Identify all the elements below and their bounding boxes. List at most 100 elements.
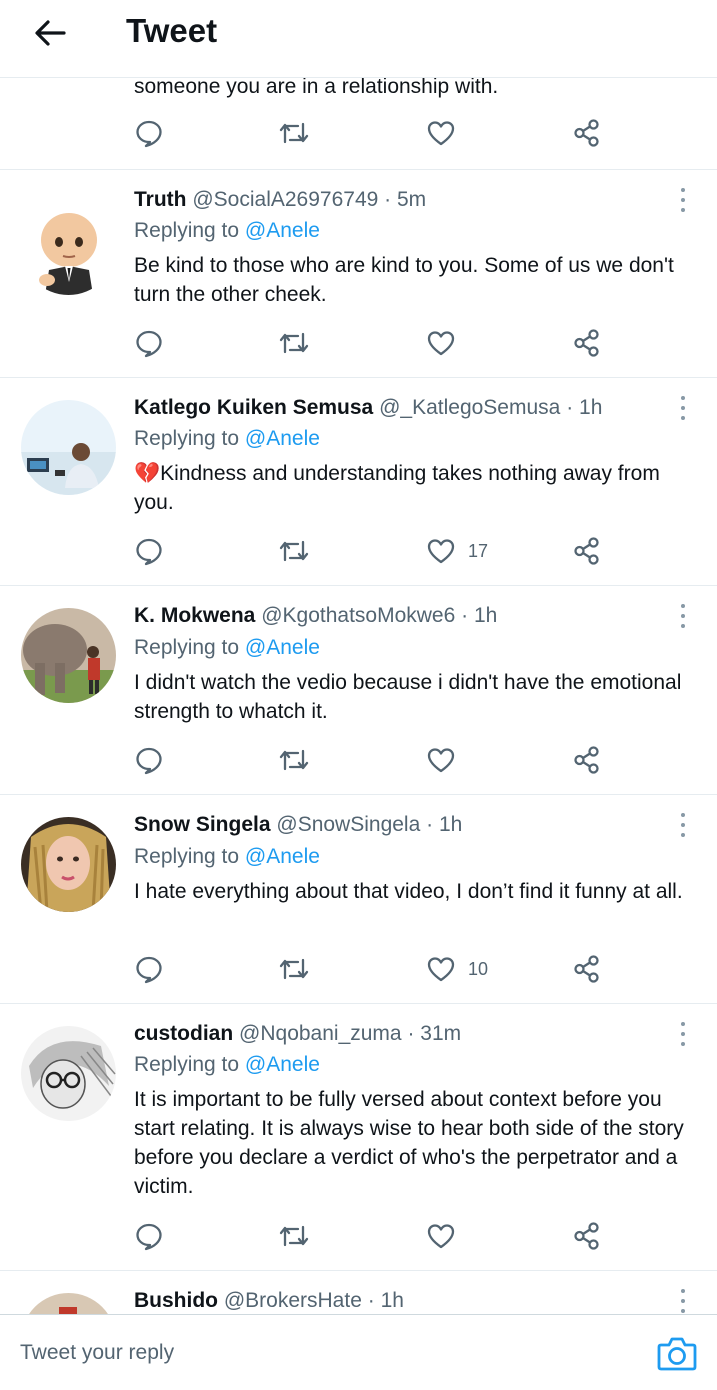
dot-icon: [681, 1042, 685, 1046]
mention-link[interactable]: @Anele: [245, 845, 320, 868]
more-options-button[interactable]: [673, 810, 693, 840]
reply-button[interactable]: [134, 326, 164, 360]
retweet-button[interactable]: [278, 743, 310, 777]
reply-button[interactable]: [134, 534, 164, 568]
retweet-button[interactable]: [278, 326, 310, 360]
mention-link[interactable]: @Anele: [245, 219, 320, 242]
reply-button[interactable]: [134, 116, 164, 150]
author-handle[interactable]: @SnowSingela: [276, 813, 420, 836]
tweet-item[interactable]: K. Mokwena @KgothatsoMokwe6 · 1h Replyin…: [0, 586, 717, 795]
like-button[interactable]: 17: [426, 534, 488, 568]
like-count: 17: [468, 540, 489, 561]
tweet-text: I hate everything about that video, I do…: [134, 880, 683, 903]
timestamp[interactable]: 1h: [579, 396, 602, 419]
camera-button[interactable]: [656, 1333, 698, 1373]
broken-heart-emoji: 💔: [134, 462, 161, 485]
heart-icon: [427, 121, 455, 146]
share-button[interactable]: [572, 1219, 602, 1253]
separator: ·: [461, 604, 469, 627]
tweet-header: Katlego Kuiken Semusa @_KatlegoSemusa · …: [134, 393, 602, 423]
dot-icon: [681, 198, 685, 202]
heart-icon: [427, 957, 455, 982]
dot-icon: [681, 1289, 685, 1293]
retweet-icon: [279, 749, 309, 771]
tweet-text: someone you are in a relationship with.: [134, 78, 499, 98]
tweet-item[interactable]: Bushido @BrokersHate · 1h: [0, 1271, 717, 1314]
mention-link[interactable]: @Anele: [245, 1053, 320, 1076]
avatar[interactable]: [21, 1293, 116, 1314]
share-button[interactable]: [572, 326, 602, 360]
share-button[interactable]: [572, 743, 602, 777]
more-options-button[interactable]: [673, 1019, 693, 1049]
dot-icon: [681, 396, 685, 400]
timestamp[interactable]: 1h: [381, 1289, 404, 1312]
top-bar: Tweet: [0, 0, 717, 78]
dot-icon: [681, 813, 685, 817]
timestamp[interactable]: 5m: [397, 188, 426, 211]
like-button[interactable]: [426, 743, 468, 777]
tweet-item[interactable]: Truth @SocialA26976749 · 5m Replying to …: [0, 170, 717, 378]
retweet-button[interactable]: [278, 952, 310, 986]
reply-feed[interactable]: someone you are in a relationship with.: [0, 78, 717, 1314]
previous-tweet[interactable]: someone you are in a relationship with.: [0, 78, 717, 170]
mention-link[interactable]: @Anele: [245, 427, 320, 450]
more-options-button[interactable]: [673, 185, 693, 215]
tweet-item[interactable]: Snow Singela @SnowSingela · 1h Replying …: [0, 795, 717, 1004]
share-button[interactable]: [572, 952, 602, 986]
tweet-actions: [134, 326, 604, 360]
author-name[interactable]: custodian: [134, 1022, 233, 1045]
like-button[interactable]: 10: [426, 952, 488, 986]
back-button[interactable]: [30, 13, 70, 53]
tweet-item[interactable]: Katlego Kuiken Semusa @_KatlegoSemusa · …: [0, 378, 717, 586]
retweet-button[interactable]: [278, 1219, 310, 1253]
author-name[interactable]: Truth: [134, 188, 187, 211]
author-name[interactable]: Bushido: [134, 1289, 218, 1312]
replying-prefix: Replying to: [134, 845, 245, 868]
like-button[interactable]: [426, 326, 468, 360]
author-name[interactable]: Snow Singela: [134, 813, 271, 836]
replying-to: Replying to @Anele: [134, 633, 320, 663]
author-name[interactable]: Katlego Kuiken Semusa: [134, 396, 373, 419]
tweet-item[interactable]: custodian @Nqobani_zuma · 31m Replying t…: [0, 1004, 717, 1271]
mention-link[interactable]: @Anele: [245, 636, 320, 659]
more-options-button[interactable]: [673, 393, 693, 423]
reply-button[interactable]: [134, 952, 164, 986]
tweet-text: I didn't watch the vedio because i didn'…: [134, 671, 682, 723]
tweet-header: Truth @SocialA26976749 · 5m: [134, 185, 426, 215]
reply-button[interactable]: [134, 1219, 164, 1253]
tweet-header: custodian @Nqobani_zuma · 31m: [134, 1019, 461, 1049]
author-handle[interactable]: @SocialA26976749: [192, 188, 378, 211]
replying-to: Replying to @Anele: [134, 1050, 320, 1080]
dot-icon: [681, 188, 685, 192]
author-name[interactable]: K. Mokwena: [134, 604, 255, 627]
replying-to: Replying to @Anele: [134, 216, 320, 246]
retweet-button[interactable]: [278, 534, 310, 568]
avatar[interactable]: [21, 608, 116, 703]
tweet-header: K. Mokwena @KgothatsoMokwe6 · 1h: [134, 601, 497, 631]
author-handle[interactable]: @_KatlegoSemusa: [379, 396, 560, 419]
replying-to: Replying to @Anele: [134, 424, 320, 454]
more-options-button[interactable]: [673, 601, 693, 631]
heart-icon: [427, 1224, 455, 1249]
like-button[interactable]: [426, 1219, 468, 1253]
avatar[interactable]: [21, 200, 116, 295]
share-button[interactable]: [572, 116, 602, 150]
avatar[interactable]: [21, 400, 116, 495]
author-handle[interactable]: @BrokersHate: [224, 1289, 362, 1312]
reply-button[interactable]: [134, 743, 164, 777]
more-options-button[interactable]: [673, 1286, 693, 1314]
timestamp[interactable]: 31m: [420, 1022, 461, 1045]
tweet-actions: 17: [134, 534, 604, 568]
like-button[interactable]: [426, 116, 456, 150]
timestamp[interactable]: 1h: [439, 813, 462, 836]
share-button[interactable]: [572, 534, 602, 568]
dot-icon: [681, 614, 685, 618]
timestamp[interactable]: 1h: [474, 604, 497, 627]
avatar[interactable]: [21, 1026, 116, 1121]
author-handle[interactable]: @KgothatsoMokwe6: [261, 604, 455, 627]
reply-input[interactable]: [20, 1333, 620, 1373]
author-handle[interactable]: @Nqobani_zuma: [239, 1022, 402, 1045]
dot-icon: [681, 833, 685, 837]
avatar[interactable]: [21, 817, 116, 912]
retweet-button[interactable]: [278, 116, 310, 150]
